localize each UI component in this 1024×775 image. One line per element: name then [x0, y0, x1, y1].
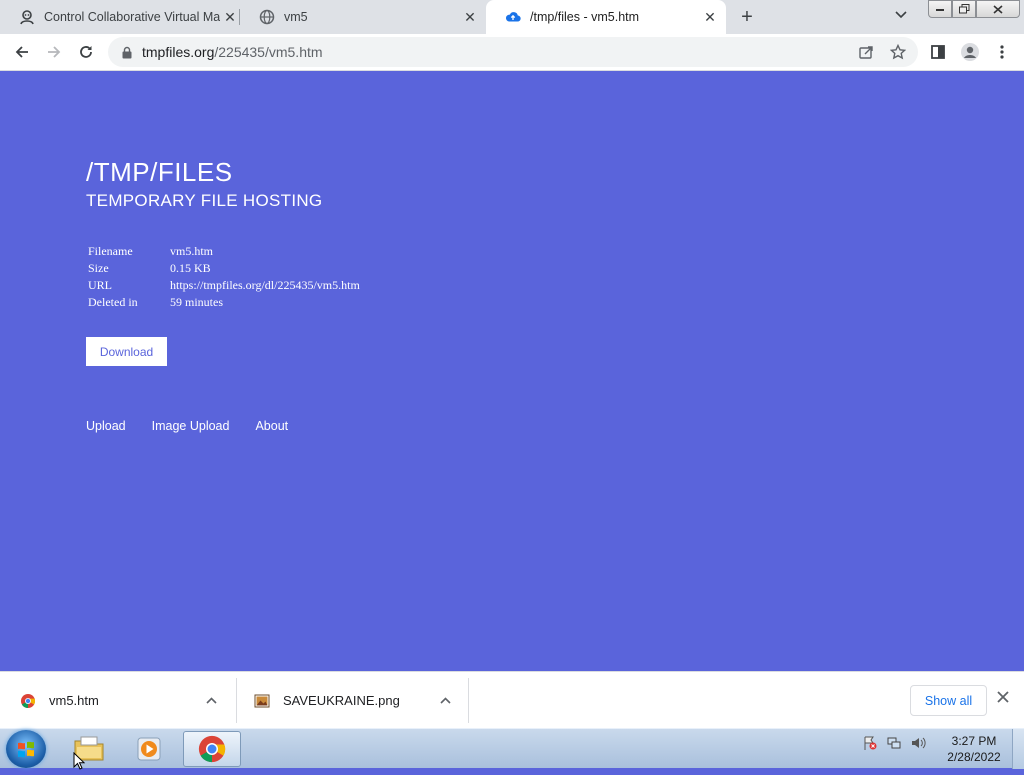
- download-filename: vm5.htm: [49, 693, 99, 708]
- url-text: tmpfiles.org/225435/vm5.htm: [142, 44, 323, 60]
- divider: [468, 678, 469, 723]
- image-upload-link[interactable]: Image Upload: [152, 419, 230, 433]
- close-tab-icon[interactable]: ✕: [220, 7, 240, 27]
- new-tab-button[interactable]: +: [736, 6, 758, 28]
- info-key: Deleted in: [88, 295, 138, 309]
- download-item-saveukraine[interactable]: SAVEUKRAINE.png: [254, 672, 468, 729]
- tab-title: /tmp/files - vm5.htm: [530, 10, 640, 24]
- media-player-icon[interactable]: [120, 731, 178, 767]
- browser-toolbar: tmpfiles.org/225435/vm5.htm: [0, 34, 1024, 71]
- chrome-file-icon: [20, 693, 36, 709]
- info-key: Size: [88, 261, 109, 275]
- tab-vm5[interactable]: vm5 ✕: [240, 0, 486, 34]
- clock-time: 3:27 PM: [951, 734, 997, 748]
- image-file-icon: [254, 693, 270, 709]
- chevron-up-icon[interactable]: [206, 695, 217, 707]
- tab-title: vm5: [284, 10, 308, 24]
- table-row: Size 0.15 KB: [86, 261, 362, 278]
- back-arrow-icon[interactable]: [10, 40, 34, 64]
- download-button[interactable]: Download: [86, 337, 167, 366]
- info-value: 0.15 KB: [170, 261, 211, 275]
- footer-nav: Upload Image Upload About: [86, 419, 314, 433]
- restore-window-icon[interactable]: [952, 0, 976, 18]
- chevron-up-icon[interactable]: [440, 695, 451, 707]
- tab-tmpfiles[interactable]: /tmp/files - vm5.htm ✕: [486, 0, 726, 34]
- file-explorer-icon[interactable]: [60, 731, 118, 767]
- vm-icon: [19, 9, 35, 25]
- volume-icon[interactable]: [910, 735, 926, 754]
- info-value-url[interactable]: https://tmpfiles.org/dl/225435/vm5.htm: [168, 278, 362, 295]
- info-value: 59 minutes: [170, 295, 223, 309]
- url-path: /225435/vm5.htm: [214, 44, 323, 60]
- bookmark-star-icon[interactable]: [886, 40, 910, 64]
- tab-search-icon[interactable]: [895, 8, 907, 22]
- download-shelf: vm5.htm SAVEUKRAINE.png Show all: [0, 671, 1024, 728]
- table-row: Deleted in 59 minutes: [86, 295, 362, 312]
- address-bar[interactable]: tmpfiles.org/225435/vm5.htm: [108, 37, 918, 67]
- globe-icon: [259, 9, 275, 25]
- close-tab-icon[interactable]: ✕: [700, 7, 720, 27]
- more-menu-icon[interactable]: [990, 40, 1014, 64]
- table-row: URL https://tmpfiles.org/dl/225435/vm5.h…: [86, 278, 362, 295]
- forward-arrow-icon[interactable]: [42, 40, 66, 64]
- chrome-taskbar-icon[interactable]: [183, 731, 241, 767]
- minimize-window-icon[interactable]: [928, 0, 952, 18]
- table-row: Filename vm5.htm: [86, 244, 362, 261]
- reload-icon[interactable]: [74, 40, 98, 64]
- page-subtitle: TEMPORARY FILE HOSTING: [86, 191, 323, 210]
- windows-taskbar: 3:27 PM 2/28/2022: [0, 728, 1024, 769]
- system-tray: [862, 735, 926, 754]
- network-icon[interactable]: [886, 735, 902, 754]
- side-panel-icon[interactable]: [926, 40, 950, 64]
- profile-avatar-icon[interactable]: [958, 40, 982, 64]
- page-content: /TMP/FILES TEMPORARY FILE HOSTING Filena…: [0, 71, 1024, 671]
- info-key: URL: [88, 278, 112, 292]
- close-shelf-icon[interactable]: [997, 690, 1009, 708]
- lock-icon[interactable]: [120, 45, 134, 59]
- cloud-upload-icon: [505, 9, 521, 25]
- divider: [236, 678, 237, 723]
- tab-title: Control Collaborative Virtual Ma: [44, 10, 220, 24]
- info-value: vm5.htm: [170, 244, 214, 258]
- start-button[interactable]: [6, 730, 46, 768]
- upload-link[interactable]: Upload: [86, 419, 126, 433]
- tab-strip: Control Collaborative Virtual Ma ✕ vm5 ✕…: [0, 0, 1024, 34]
- download-filename: SAVEUKRAINE.png: [283, 693, 400, 708]
- close-window-icon[interactable]: [976, 0, 1020, 18]
- close-tab-icon[interactable]: ✕: [460, 7, 480, 27]
- url-host: tmpfiles.org: [142, 44, 215, 60]
- info-key: Filename: [88, 244, 133, 258]
- download-item-vm5[interactable]: vm5.htm: [20, 672, 236, 729]
- action-center-flag-icon[interactable]: [862, 735, 878, 754]
- share-icon[interactable]: [854, 40, 878, 64]
- file-info-table: Filename vm5.htm Size 0.15 KB URL https:…: [86, 244, 362, 312]
- show-desktop-button[interactable]: [1012, 729, 1024, 769]
- page-title: /TMP/FILES: [86, 157, 233, 187]
- system-clock[interactable]: 3:27 PM 2/28/2022: [940, 733, 1008, 765]
- tab-control-collaborative[interactable]: Control Collaborative Virtual Ma ✕: [0, 0, 246, 34]
- show-all-button[interactable]: Show all: [910, 685, 987, 716]
- clock-date: 2/28/2022: [947, 750, 1001, 764]
- about-link[interactable]: About: [255, 419, 288, 433]
